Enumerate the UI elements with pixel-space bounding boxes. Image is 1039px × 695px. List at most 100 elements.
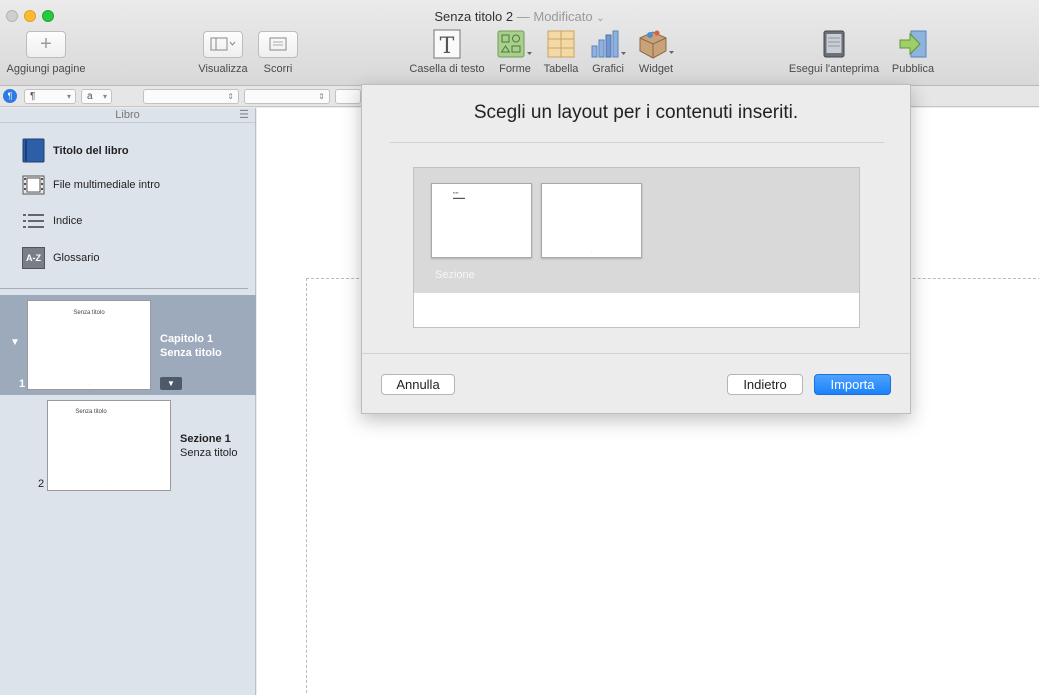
layout-list: ▪▪▪▪ ▬▬▬ · Sezione	[413, 167, 860, 328]
page-number: 1	[19, 378, 26, 390]
section-label: Sezione 1 Senza titolo	[180, 432, 237, 460]
scroll-button[interactable]: Scorri	[258, 30, 298, 75]
sidebar-item-book-title[interactable]: Titolo del libro	[22, 138, 129, 163]
chevron-down-icon: ▾	[102, 92, 107, 101]
sidebar-item-label: Glossario	[53, 252, 100, 264]
plus-icon: +	[26, 30, 66, 58]
document-name: Senza titolo 2	[434, 9, 514, 24]
charts-label: Grafici	[592, 63, 624, 75]
thumbnail-title: Senza titolo	[75, 409, 107, 415]
section-number: Sezione 1	[180, 433, 231, 445]
add-pages-label: Aggiungi pagine	[6, 63, 86, 75]
sidebar-chapter-row[interactable]: ▼ 1 Senza titolo · Capitolo 1 Senza tito…	[0, 295, 256, 395]
publish-label: Pubblica	[891, 63, 935, 75]
chevron-down-icon[interactable]: ⌄	[596, 13, 604, 24]
font-family-select[interactable]: ⇕	[143, 89, 239, 104]
stepper-icon: ⇕	[227, 92, 234, 101]
book-icon	[22, 138, 45, 163]
chart-icon	[587, 30, 629, 58]
table-label: Tabella	[543, 63, 579, 75]
paragraph-style-select[interactable]: ¶ ▾	[24, 89, 76, 104]
scroll-label: Scorri	[263, 63, 293, 75]
thumbnail-footer: ·	[108, 483, 110, 488]
chapter-menu-button[interactable]: ▼	[160, 377, 182, 390]
thumbnail-footer: ·	[88, 382, 90, 387]
layout-thumbnail-text: ▪▪▪▪ ▬▬▬	[453, 190, 465, 200]
sidebar-item-label: File multimediale intro	[53, 179, 160, 191]
table-button[interactable]: Tabella	[541, 30, 581, 75]
glossary-icon-text: A-Z	[26, 253, 41, 263]
chevron-down-icon: ▼	[167, 379, 175, 388]
sidebar-item-label: Titolo del libro	[53, 144, 129, 157]
sidebar-divider	[0, 288, 248, 289]
thumbnail-title: Senza titolo	[73, 310, 105, 316]
add-pages-button[interactable]: + Aggiungi pagine	[4, 30, 88, 75]
shapes-button[interactable]: Forme	[495, 30, 535, 75]
widget-button[interactable]: Widget	[634, 30, 678, 75]
chapter-label: Capitolo 1 Senza titolo	[160, 332, 222, 360]
layout-thumbnail-1[interactable]: ▪▪▪▪ ▬▬▬	[431, 183, 532, 258]
film-icon	[22, 175, 45, 195]
page-number: 2	[38, 478, 45, 490]
title-separator: —	[516, 9, 530, 24]
sidebar-item-index[interactable]: Indice	[22, 212, 82, 230]
dialog-title: Scegli un layout per i contenuti inserit…	[473, 102, 799, 123]
character-style-value: a	[87, 91, 93, 102]
cancel-button[interactable]: Annulla	[381, 374, 455, 395]
paragraph-icon[interactable]: ¶	[3, 89, 17, 103]
table-icon	[541, 30, 581, 58]
preview-label: Esegui l'anteprima	[788, 63, 880, 75]
sidebar-view-icon	[203, 30, 243, 58]
shapes-label: Forme	[499, 63, 531, 75]
view-label: Visualizza	[198, 63, 248, 75]
text-box-button[interactable]: T Casella di testo	[405, 29, 489, 75]
paragraph-style-value: ¶	[30, 91, 36, 102]
section-page-thumbnail[interactable]: Senza titolo ·	[47, 400, 171, 491]
sidebar-item-glossary[interactable]: A-Z Glossario	[22, 247, 99, 269]
character-style-select[interactable]: a ▾	[81, 89, 112, 104]
layout-group-section: ▪▪▪▪ ▬▬▬ · Sezione	[414, 168, 859, 293]
layout-group-label: Sezione	[435, 269, 475, 281]
sidebar-item-intro-media[interactable]: File multimediale intro	[22, 175, 160, 195]
text-box-icon: T	[405, 29, 489, 59]
font-typeface-select[interactable]: ⇕	[244, 89, 330, 104]
layout-thumbnail-footer: ·	[590, 249, 593, 254]
shapes-icon	[495, 30, 535, 58]
layout-thumbnail-2[interactable]: ·	[541, 183, 642, 258]
ipad-preview-icon	[784, 30, 884, 58]
document-status[interactable]: Modificato	[533, 9, 592, 24]
widget-box-icon	[634, 30, 678, 59]
import-button[interactable]: Importa	[814, 374, 891, 395]
glossary-icon: A-Z	[22, 247, 45, 269]
preview-button[interactable]: Esegui l'anteprima	[784, 30, 884, 75]
svg-text:T: T	[440, 34, 455, 59]
publish-button[interactable]: Pubblica	[888, 30, 938, 75]
dialog-divider	[390, 142, 884, 143]
chapter-title: Senza titolo	[160, 347, 222, 359]
section-title: Senza titolo	[180, 447, 238, 459]
chapter-page-thumbnail[interactable]: Senza titolo ·	[27, 300, 151, 390]
chapter-number: Capitolo 1	[160, 333, 214, 345]
widget-label: Widget	[638, 63, 674, 75]
sidebar-section-row[interactable]: 2 Senza titolo · Sezione 1 Senza titolo	[0, 395, 256, 495]
stepper-icon: ⇕	[318, 92, 325, 101]
layout-chooser-sheet: Scegli un layout per i contenuti inserit…	[361, 84, 911, 414]
window-title: Senza titolo 2 — Modificato ⌄	[0, 9, 1039, 24]
book-sidebar: Libro ☰ Titolo del libro File multimedia…	[0, 108, 256, 695]
scroll-icon	[258, 30, 298, 58]
chevron-down-icon: ▾	[66, 92, 71, 101]
list-icon	[23, 214, 44, 228]
charts-button[interactable]: Grafici	[587, 30, 629, 75]
font-size-field[interactable]	[335, 89, 361, 104]
disclosure-triangle-icon[interactable]: ▼	[10, 337, 20, 348]
view-button[interactable]: Visualizza	[196, 30, 250, 75]
text-box-label: Casella di testo	[409, 63, 485, 75]
sidebar-title: Libro	[115, 109, 140, 121]
sidebar-item-label: Indice	[53, 215, 83, 227]
menu-icon[interactable]: ☰	[239, 108, 249, 123]
publish-icon	[888, 30, 938, 58]
sidebar-header: Libro ☰	[0, 108, 255, 123]
dialog-footer-divider	[362, 353, 910, 354]
back-button[interactable]: Indietro	[727, 374, 803, 395]
window-toolbar: Senza titolo 2 — Modificato ⌄ + Aggiungi…	[0, 0, 1039, 86]
